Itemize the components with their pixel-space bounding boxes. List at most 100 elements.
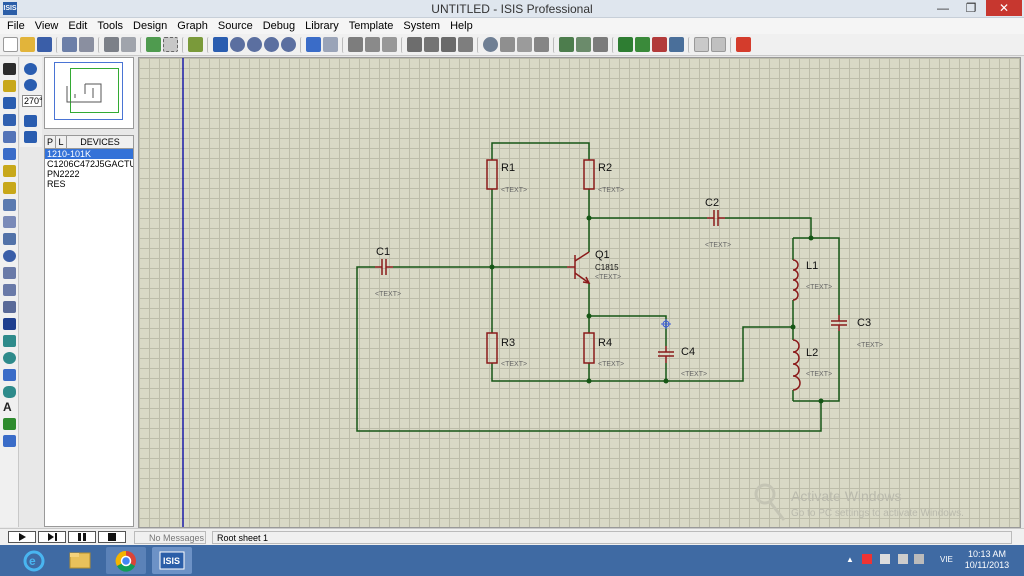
- library-manager-button[interactable]: L: [56, 136, 67, 148]
- save-icon[interactable]: [37, 37, 52, 52]
- menu-graph[interactable]: Graph: [172, 18, 213, 34]
- circle-tool-icon[interactable]: [3, 352, 16, 364]
- wire-label-icon[interactable]: [3, 114, 16, 126]
- device-item[interactable]: 1210-101K: [45, 149, 133, 159]
- new-file-icon[interactable]: [3, 37, 18, 52]
- block-move-icon[interactable]: [424, 37, 439, 52]
- search-tag-icon[interactable]: [576, 37, 591, 52]
- show-hidden-icons-icon[interactable]: ▲: [846, 555, 854, 564]
- paste-icon[interactable]: [382, 37, 397, 52]
- undo-icon[interactable]: [306, 37, 321, 52]
- terminals-icon[interactable]: [3, 182, 16, 194]
- junction-dot-icon[interactable]: [3, 97, 16, 109]
- print-icon[interactable]: [104, 37, 119, 52]
- pan-icon[interactable]: [213, 37, 228, 52]
- copy-icon[interactable]: [365, 37, 380, 52]
- tape-recorder-icon[interactable]: [3, 233, 16, 245]
- menu-source[interactable]: Source: [213, 18, 258, 34]
- close-button[interactable]: ✕: [986, 0, 1022, 16]
- import-icon[interactable]: [62, 37, 77, 52]
- clock[interactable]: 10:13 AM 10/11/2013: [962, 549, 1012, 571]
- power-icon[interactable]: [898, 554, 908, 564]
- device-item[interactable]: C1206C472J5GACTU: [45, 159, 133, 169]
- redo-icon[interactable]: [323, 37, 338, 52]
- overview-window[interactable]: [44, 57, 134, 129]
- action-center-icon[interactable]: [862, 554, 872, 564]
- generator-icon[interactable]: [3, 250, 16, 262]
- inductor-l2[interactable]: [792, 339, 801, 391]
- bill-of-materials-icon[interactable]: [694, 37, 709, 52]
- open-folder-icon[interactable]: [20, 37, 35, 52]
- play-button[interactable]: [8, 531, 36, 543]
- zoom-in-icon[interactable]: [230, 37, 245, 52]
- step-button[interactable]: [38, 531, 66, 543]
- schematic-canvas[interactable]: R1 R2 R3 R4 C1 C2 C3 C4 L1 L2 Q1 C1815 <…: [138, 57, 1021, 528]
- subcircuit-icon[interactable]: [3, 165, 16, 177]
- symbol-tool-icon[interactable]: [3, 418, 16, 430]
- path-tool-icon[interactable]: [3, 386, 16, 398]
- capacitor-c1[interactable]: [375, 259, 393, 275]
- package-tool-icon[interactable]: [517, 37, 532, 52]
- file-explorer-icon[interactable]: [60, 547, 100, 574]
- volume-icon[interactable]: [914, 554, 924, 564]
- electrical-check-icon[interactable]: [711, 37, 726, 52]
- voltage-probe-icon[interactable]: [3, 267, 16, 279]
- menu-library[interactable]: Library: [300, 18, 344, 34]
- component-mode-icon[interactable]: [3, 80, 16, 92]
- resistor-r1[interactable]: [486, 159, 498, 190]
- zoom-out-icon[interactable]: [247, 37, 262, 52]
- mirror-vertical-icon[interactable]: [24, 131, 37, 143]
- mirror-horizontal-icon[interactable]: [24, 115, 37, 127]
- cut-icon[interactable]: [348, 37, 363, 52]
- pick-device-icon[interactable]: [483, 37, 498, 52]
- grid-icon[interactable]: [163, 37, 178, 52]
- print-area-icon[interactable]: [121, 37, 136, 52]
- pause-button[interactable]: [68, 531, 96, 543]
- rotate-counterclockwise-icon[interactable]: [24, 79, 37, 91]
- new-sheet-icon[interactable]: [618, 37, 633, 52]
- graph-mode-icon[interactable]: [3, 216, 16, 228]
- property-tool-icon[interactable]: [593, 37, 608, 52]
- device-pins-icon[interactable]: [3, 199, 16, 211]
- current-probe-icon[interactable]: [3, 284, 16, 296]
- bus-icon[interactable]: [3, 148, 16, 160]
- network-icon[interactable]: [880, 554, 890, 564]
- block-rotate-icon[interactable]: [441, 37, 456, 52]
- remove-sheet-icon[interactable]: [635, 37, 650, 52]
- rotation-angle-field[interactable]: 270°: [22, 95, 43, 107]
- pick-devices-button[interactable]: P: [45, 136, 56, 148]
- line-tool-icon[interactable]: [3, 318, 16, 330]
- make-device-icon[interactable]: [500, 37, 515, 52]
- chrome-icon[interactable]: [106, 547, 146, 574]
- device-item[interactable]: RES: [45, 179, 133, 189]
- box-tool-icon[interactable]: [3, 335, 16, 347]
- block-copy-icon[interactable]: [407, 37, 422, 52]
- menu-file[interactable]: File: [2, 18, 30, 34]
- menu-help[interactable]: Help: [445, 18, 478, 34]
- maximize-button[interactable]: ❐: [958, 0, 984, 16]
- menu-tools[interactable]: Tools: [92, 18, 128, 34]
- selection-mode-icon[interactable]: [3, 63, 16, 75]
- minimize-button[interactable]: —: [930, 0, 956, 16]
- isis-taskbar-icon[interactable]: ISIS: [152, 547, 192, 574]
- capacitor-c3[interactable]: [831, 315, 847, 331]
- block-delete-icon[interactable]: [458, 37, 473, 52]
- zoom-all-icon[interactable]: [264, 37, 279, 52]
- input-language[interactable]: VIE: [940, 555, 953, 564]
- export-icon[interactable]: [79, 37, 94, 52]
- wire-autorouter-icon[interactable]: [559, 37, 574, 52]
- resistor-r3[interactable]: [486, 332, 498, 364]
- virtual-instruments-icon[interactable]: [3, 301, 16, 313]
- device-item[interactable]: PN2222: [45, 169, 133, 179]
- capacitor-c2[interactable]: [707, 210, 725, 226]
- probe-marker[interactable]: [661, 319, 671, 329]
- text-script-icon[interactable]: [3, 131, 16, 143]
- inductor-l1[interactable]: [792, 259, 799, 301]
- schematic-drawing[interactable]: R1 R2 R3 R4 C1 C2 C3 C4 L1 L2 Q1 C1815 <…: [139, 58, 1021, 528]
- arc-tool-icon[interactable]: [3, 369, 16, 381]
- menu-edit[interactable]: Edit: [63, 18, 92, 34]
- resistor-r2[interactable]: [583, 159, 595, 190]
- menu-template[interactable]: Template: [344, 18, 399, 34]
- transistor-q1[interactable]: [567, 251, 591, 284]
- internet-explorer-icon[interactable]: e: [14, 547, 54, 574]
